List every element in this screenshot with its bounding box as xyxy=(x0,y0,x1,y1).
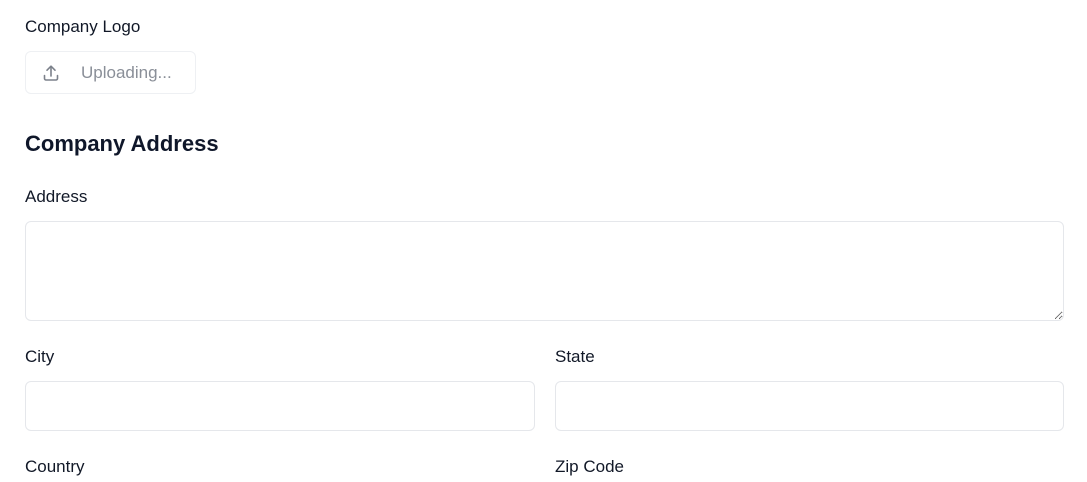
city-input[interactable] xyxy=(25,381,535,431)
state-input[interactable] xyxy=(555,381,1064,431)
upload-icon xyxy=(41,63,61,83)
zip-code-label: Zip Code xyxy=(555,457,624,476)
city-label: City xyxy=(25,347,55,366)
company-address-heading: Company Address xyxy=(25,131,219,156)
address-label: Address xyxy=(25,187,88,206)
logo-upload-button[interactable]: Uploading... xyxy=(25,51,196,94)
address-textarea[interactable] xyxy=(25,221,1064,321)
country-label: Country xyxy=(25,457,85,476)
company-logo-label: Company Logo xyxy=(25,17,141,36)
state-label: State xyxy=(555,347,595,366)
upload-status-text: Uploading... xyxy=(81,62,172,82)
